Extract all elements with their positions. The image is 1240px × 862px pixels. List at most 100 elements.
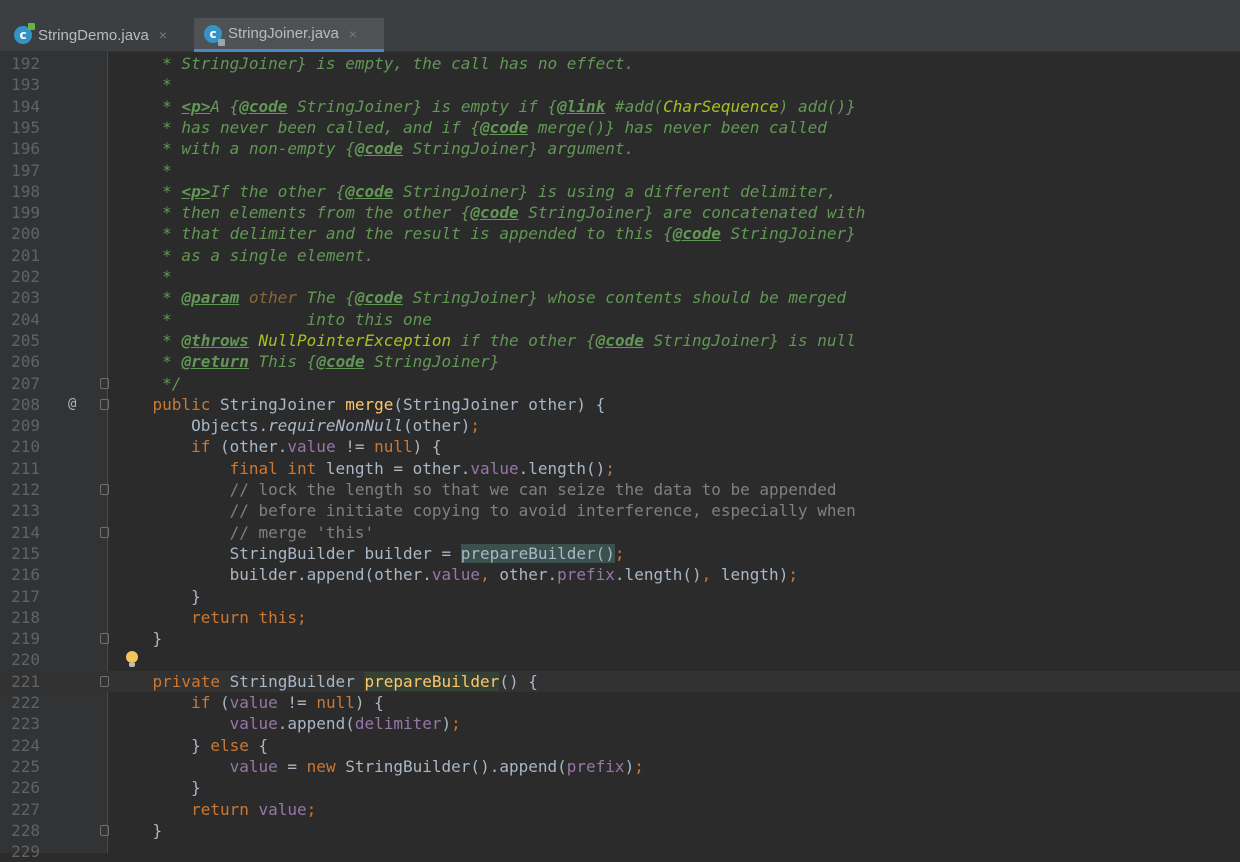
code-text: return this;	[114, 607, 307, 628]
code-line[interactable]: 213 // before initiate copying to avoid …	[0, 500, 1240, 521]
code-line[interactable]: 229	[0, 841, 1240, 862]
fold-toggle-icon[interactable]	[100, 675, 109, 687]
close-icon[interactable]: ×	[349, 26, 357, 42]
code-line[interactable]: 201 * as a single element.	[0, 245, 1240, 266]
fold-toggle-icon[interactable]	[100, 824, 109, 836]
code-line[interactable]: 224 } else {	[0, 735, 1240, 756]
code-line[interactable]: 200 * that delimiter and the result is a…	[0, 223, 1240, 244]
code-text: private StringBuilder prepareBuilder() {	[114, 671, 538, 692]
code-line[interactable]: 197 *	[0, 160, 1240, 181]
code-line[interactable]: 206 * @return This {@code StringJoiner}	[0, 351, 1240, 372]
code-token: value	[258, 799, 307, 819]
code-token: @code	[595, 330, 644, 350]
code-line[interactable]: 215 StringBuilder builder = prepareBuild…	[0, 543, 1240, 564]
fold-toggle-icon[interactable]	[100, 398, 109, 410]
code-token: @code	[354, 288, 404, 308]
code-token: CharSequence	[663, 96, 779, 116]
code-text: final int length = other.value.length();	[114, 458, 615, 479]
code-line[interactable]: 214 // merge 'this'	[0, 522, 1240, 543]
code-text: // before initiate copying to avoid inte…	[114, 500, 856, 521]
code-line[interactable]: 204 * into this one	[0, 309, 1240, 330]
line-number: 208	[11, 394, 40, 414]
code-line[interactable]: 193 *	[0, 74, 1240, 95]
code-text: * into this one	[114, 309, 432, 330]
code-line[interactable]: 216 builder.append(other.value, other.pr…	[0, 564, 1240, 585]
fold-toggle-icon[interactable]	[100, 633, 109, 645]
code-line[interactable]: 223 value.append(delimiter);	[0, 713, 1240, 734]
code-token: *	[114, 96, 182, 116]
code-token: else	[210, 735, 259, 755]
override-marker-icon[interactable]: @	[68, 394, 76, 415]
code-token: return this;	[114, 607, 307, 627]
code-token: value	[229, 693, 278, 712]
code-line[interactable]: 208 @ public StringJoiner merge(StringJoi…	[0, 394, 1240, 415]
code-line[interactable]: 222 if (value != null) {	[0, 692, 1240, 713]
line-number: 225	[11, 756, 40, 776]
code-token: StringJoiner} is using a different delim…	[393, 181, 837, 201]
line-number: 192	[11, 54, 40, 73]
code-text: value.append(delimiter);	[114, 713, 461, 734]
code-token: }	[114, 629, 163, 649]
code-text: *	[114, 266, 172, 287]
code-line[interactable]: 218 return this;	[0, 607, 1240, 628]
code-token: merge()} has never been called	[528, 117, 827, 137]
code-text: * <p>If the other {@code StringJoiner} i…	[114, 181, 836, 202]
code-line[interactable]: 194 * <p>A {@code StringJoiner} is empty…	[0, 96, 1240, 117]
line-number: 210	[11, 437, 40, 457]
code-text: value = new StringBuilder().append(prefi…	[114, 756, 644, 777]
code-line[interactable]: 210 if (other.value != null) {	[0, 436, 1240, 457]
code-line[interactable]: 212 // lock the length so that we can se…	[0, 479, 1240, 500]
tab-stringdemo-java[interactable]: c StringDemo.java ×	[8, 18, 194, 52]
code-token: }	[114, 735, 211, 755]
code-line[interactable]: 209 Objects.requireNonNull(other);	[0, 415, 1240, 436]
code-text: * @param other The {@code StringJoiner} …	[114, 287, 846, 308]
code-line[interactable]: 203 * @param other The {@code StringJoin…	[0, 287, 1240, 308]
code-text: * StringJoiner} is empty, the call has n…	[114, 53, 634, 74]
code-token: .length()	[518, 458, 606, 478]
code-line[interactable]: 211 final int length = other.value.lengt…	[0, 458, 1240, 479]
code-editor[interactable]: 192 * StringJoiner} is empty, the call h…	[0, 52, 1240, 861]
code-line[interactable]: 217 }	[0, 586, 1240, 607]
code-token: StringJoiner} whose contents should be m…	[403, 288, 847, 308]
code-token: @throws	[181, 330, 249, 350]
code-token: }	[114, 586, 201, 606]
code-token: .length()	[614, 565, 702, 585]
line-number: 216	[11, 565, 40, 585]
code-token: value	[287, 437, 336, 457]
code-line[interactable]: 192 * StringJoiner} is empty, the call h…	[0, 53, 1240, 74]
code-line[interactable]: 227 return value;	[0, 799, 1240, 820]
code-line[interactable]: 198 * <p>If the other {@code StringJoine…	[0, 181, 1240, 202]
code-line[interactable]: 202 *	[0, 266, 1240, 287]
lightbulb-icon[interactable]	[126, 651, 138, 668]
code-token: StringJoiner} argument.	[403, 139, 635, 159]
code-line[interactable]: 205 * @throws NullPointerException if th…	[0, 330, 1240, 351]
code-text: * as a single element.	[114, 245, 374, 266]
window-title-bar	[0, 0, 1240, 18]
code-line[interactable]: 225 value = new StringBuilder().append(p…	[0, 756, 1240, 777]
code-line[interactable]: 219 }	[0, 628, 1240, 649]
code-text: // lock the length so that we can seize …	[114, 479, 837, 500]
editor-tab-bar: c StringDemo.java × c StringJoiner.java …	[0, 18, 1240, 52]
code-line[interactable]: 195 * has never been called, and if {@co…	[0, 117, 1240, 138]
code-line[interactable]: 199 * then elements from the other {@cod…	[0, 202, 1240, 223]
code-token: Objects.	[114, 416, 269, 436]
code-line[interactable]: 220	[0, 649, 1240, 670]
fold-toggle-icon[interactable]	[100, 526, 109, 538]
code-line[interactable]: 207 */	[0, 373, 1240, 394]
code-token: @code	[239, 96, 288, 116]
line-number: 224	[11, 735, 40, 755]
line-number: 214	[11, 522, 40, 542]
tab-stringjoiner-java[interactable]: c StringJoiner.java ×	[194, 18, 384, 52]
code-text: * @return This {@code StringJoiner}	[114, 351, 499, 372]
fold-toggle-icon[interactable]	[100, 377, 109, 389]
code-line[interactable]: 226 }	[0, 777, 1240, 798]
fold-toggle-icon[interactable]	[100, 484, 109, 495]
code-text: }	[114, 628, 163, 649]
line-number: 221	[11, 671, 40, 691]
close-icon[interactable]: ×	[159, 27, 167, 43]
code-token: StringBuilder().append(	[345, 756, 567, 776]
java-class-icon: c	[14, 23, 35, 44]
code-line[interactable]: 228 }	[0, 820, 1240, 841]
code-line[interactable]: 196 * with a non-empty {@code StringJoin…	[0, 138, 1240, 159]
code-line[interactable]: 221 private StringBuilder prepareBuilder…	[0, 671, 1240, 692]
